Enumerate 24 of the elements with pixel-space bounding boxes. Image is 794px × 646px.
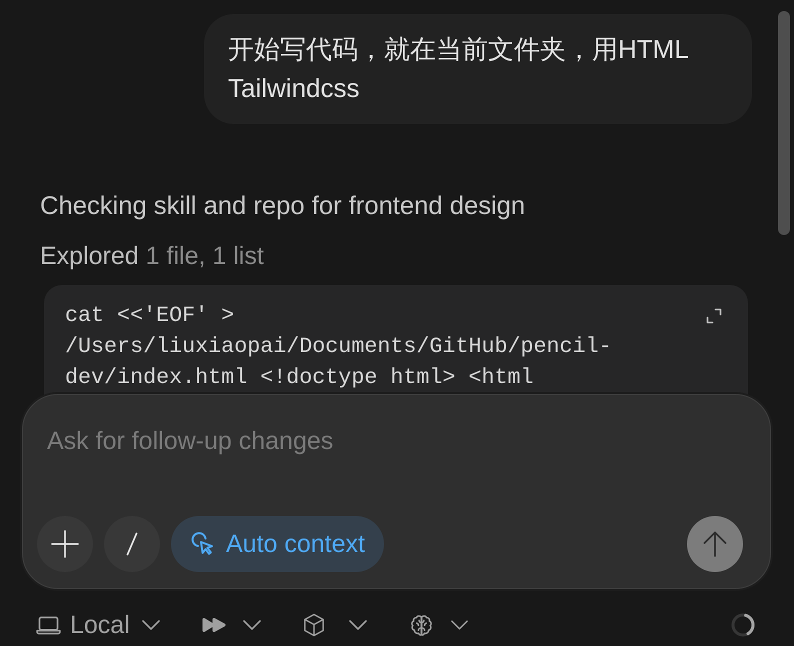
fast-forward-icon (202, 617, 226, 633)
cube-icon (302, 613, 325, 637)
expand-icon[interactable] (706, 308, 722, 324)
chevron-down-icon (450, 620, 468, 630)
local-dropdown-button[interactable]: Local (32, 606, 164, 644)
explored-detail: 1 file, 1 list (146, 241, 264, 272)
chevron-down-icon (348, 620, 367, 630)
arrow-up-icon (703, 531, 727, 557)
plus-icon (51, 530, 79, 558)
auto-context-button[interactable]: Auto context (171, 516, 384, 572)
status-text: Checking skill and repo for frontend design (40, 191, 526, 222)
composer-panel[interactable]: Ask for follow-up changes Auto context (22, 394, 771, 589)
cursor-click-icon (191, 532, 215, 556)
explored-label: Explored (40, 241, 139, 272)
chevron-down-icon (142, 620, 160, 630)
slash-icon (126, 532, 138, 556)
scrollbar-thumb[interactable] (778, 11, 790, 235)
code-text: cat <<'EOF' > /Users/liuxiaopai/Documents/GitHub/pencil-dev/index.html <!doctype html> <html (65, 302, 613, 392)
laptop-icon (36, 616, 61, 634)
brain-icon (408, 614, 434, 636)
chevron-down-icon (242, 620, 261, 630)
progress-ring-icon (731, 613, 755, 637)
user-message-bubble: 开始写代码，就在当前文件夹，用HTML Tailwindcss (204, 14, 752, 124)
message-input[interactable]: Ask for follow-up changes (37, 422, 743, 510)
